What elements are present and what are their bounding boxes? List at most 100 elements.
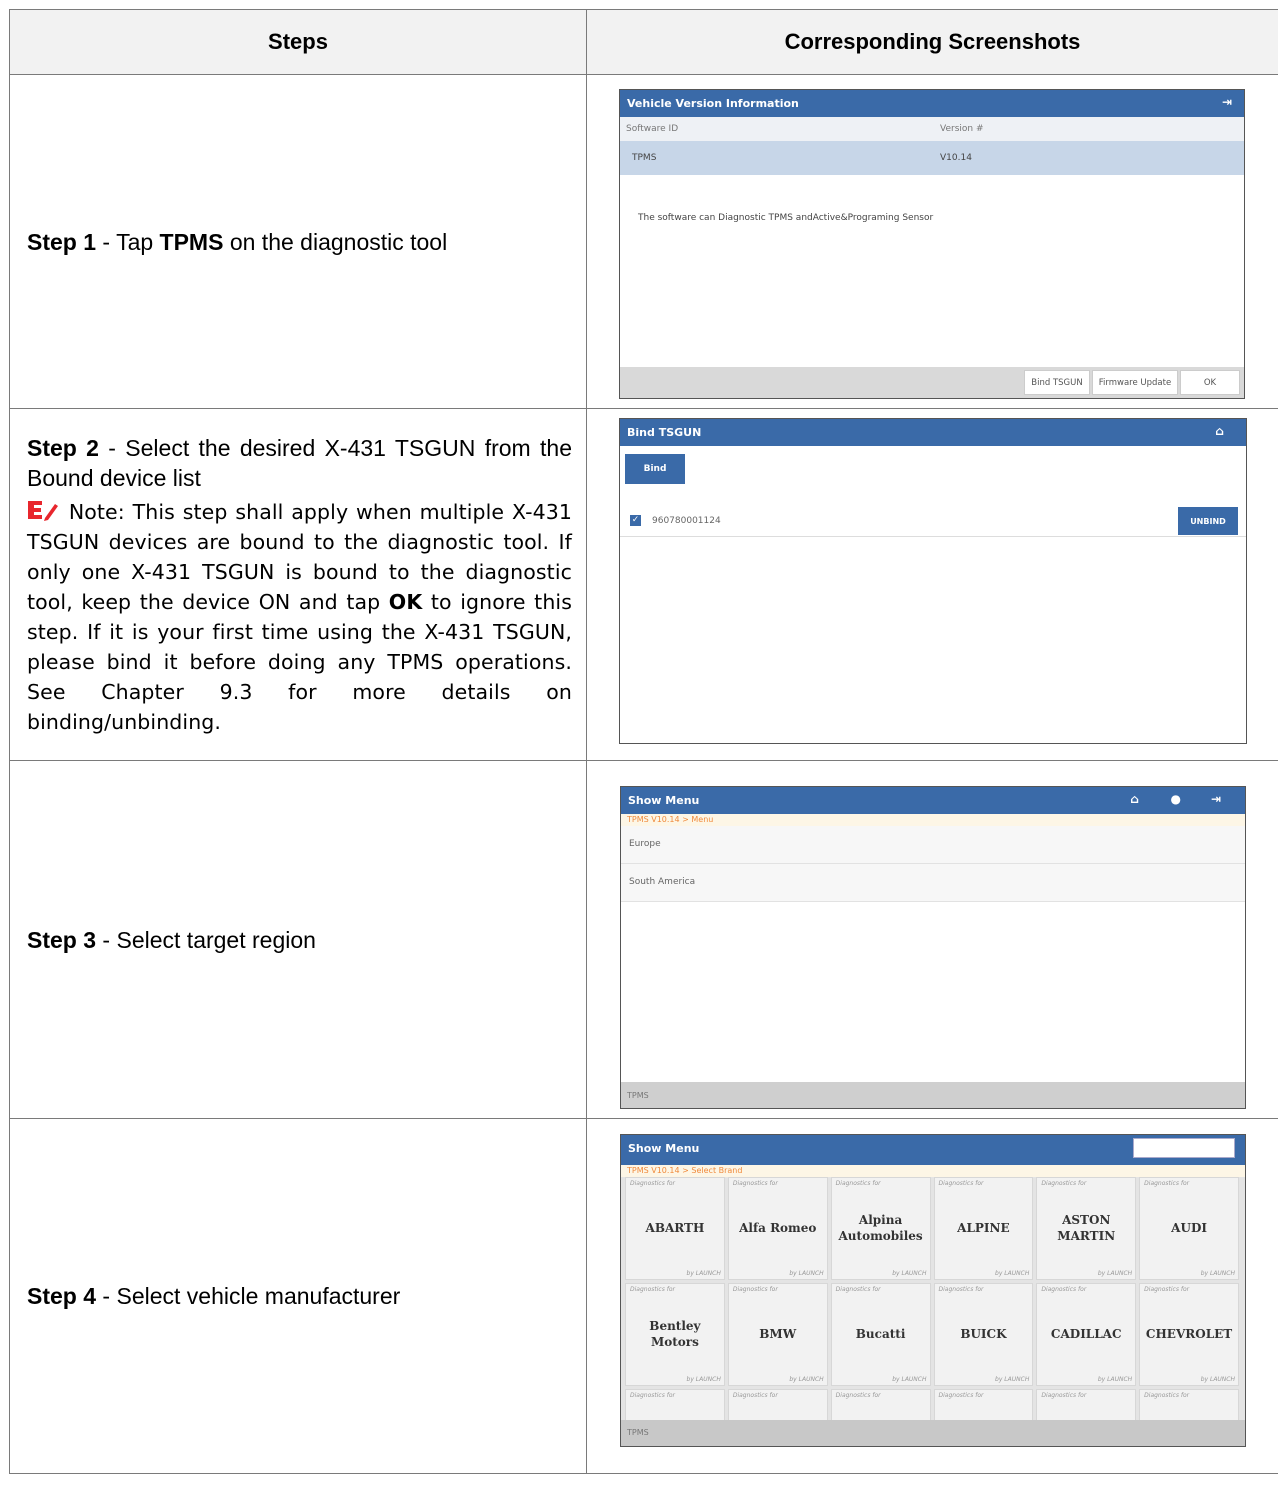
print-icon[interactable]: ● [1171,792,1181,806]
screen-title: Bind TSGUN [627,426,702,439]
brand-name: CHEVROLET [1145,1327,1233,1341]
brand-tile[interactable]: Diagnostics for BMW by LAUNCH [727,1283,828,1386]
firmware-update-button[interactable]: Firmware Update [1092,370,1178,395]
brand-grid: Diagnostics for ABARTH by LAUNCH Diagnostic… [625,1177,1239,1422]
tile-footer: by LAUNCH [789,1376,824,1383]
brand-tile[interactable]: Diagnostics for [727,1389,828,1422]
brand-name: BMW [759,1327,797,1341]
brand-tile[interactable]: Diagnostics for ALPINE by LAUNCH [933,1177,1034,1280]
step-label: Step 3 [27,926,97,953]
brand-name: ABARTH [645,1221,705,1235]
tile-header: Diagnostics for [835,1392,881,1399]
step-keyword: TPMS [159,228,224,255]
brand-name: ALPINE [957,1221,1010,1235]
unbind-button[interactable]: UNBIND [1178,507,1238,535]
tile-header: Diagnostics for [938,1392,984,1399]
tile-footer: by LAUNCH [686,1376,721,1383]
step4-screenshot: Show Menu TPMS V10.14 > Select Brand Dia… [586,1118,1278,1474]
version-table-header: Software ID Version # [620,117,1244,141]
tile-footer: by LAUNCH [1200,1376,1235,1383]
exit-icon[interactable]: ⇥ [1211,792,1221,806]
tile-header: Diagnostics for [938,1180,984,1187]
button-bar: Bind TSGUN Firmware Update OK [620,367,1244,398]
breadcrumb: TPMS V10.14 > Select Brand [621,1165,1245,1177]
home-icon[interactable]: ⌂ [1130,792,1139,806]
bind-tsgun-button[interactable]: Bind TSGUN [1024,370,1090,395]
brand-name: AUDI [1171,1221,1207,1235]
screen-title: Vehicle Version Information [627,97,799,110]
title-bar: Show Menu ⌂ ● ⇥ [621,787,1245,814]
step-label: Step 1 [27,228,97,255]
brand-tile[interactable]: Diagnostics for [933,1389,1034,1422]
brand-name: Bentley Motors [649,1319,701,1349]
tile-header: Diagnostics for [630,1392,675,1399]
ok-button[interactable]: OK [1180,370,1240,395]
footer-bar: TPMS [621,1082,1245,1108]
bind-button[interactable]: Bind [625,454,685,484]
menu-item-europe[interactable]: Europe [621,826,1245,864]
brand-tile[interactable]: Diagnostics for Alfa Romeo by LAUNCH [727,1177,828,1280]
tile-header: Diagnostics for [1144,1392,1190,1399]
tile-footer: by LAUNCH [892,1376,927,1383]
title-bar: Bind TSGUN ⌂ [620,419,1246,446]
bind-tsgun-screen: Bind TSGUN ⌂ Bind ✓ 960780001124 UNBIND [619,418,1247,744]
tile-header: Diagnostics for [630,1180,675,1187]
step3-screenshot: Show Menu ⌂ ● ⇥ TPMS V10.14 > Menu Europ… [586,760,1278,1119]
table-row: Step 1 - Tap TPMS on the diagnostic tool… [9,74,1278,409]
brand-tile[interactable]: Diagnostics for ABARTH by LAUNCH [625,1177,725,1280]
brand-tile[interactable]: Diagnostics for [625,1389,725,1422]
region-menu-screen: Show Menu ⌂ ● ⇥ TPMS V10.14 > Menu Europ… [620,786,1246,1109]
brand-tile[interactable]: Diagnostics for BUICK by LAUNCH [933,1283,1034,1386]
step-label: Step 4 [27,1283,97,1309]
tile-header: Diagnostics for [1041,1392,1087,1399]
note-icon [28,500,58,521]
tile-header: Diagnostics for [732,1392,778,1399]
bound-device-row[interactable]: ✓ 960780001124 UNBIND [620,505,1246,537]
brand-tile[interactable]: Diagnostics for ASTON MARTIN by LAUNCH [1036,1177,1137,1280]
brand-tile[interactable]: Diagnostics for [1036,1389,1137,1422]
table-row: Step 2 - Select the desired X-431 TSGUN … [9,408,1278,761]
tile-footer: by LAUNCH [1097,1376,1133,1383]
bound-device-label [625,489,627,496]
vehicle-version-screen: Vehicle Version Information ⇥ Software I… [619,89,1245,399]
screen-title: Show Menu [628,1142,700,1155]
brand-tile[interactable]: Diagnostics for CADILLAC by LAUNCH [1036,1283,1137,1386]
tile-header: Diagnostics for [1041,1286,1087,1293]
brand-tile[interactable]: Diagnostics for [1139,1389,1239,1422]
brand-name: Alpina Automobiles [838,1213,923,1243]
brand-tile[interactable]: Diagnostics for Bentley Motors by LAUNCH [625,1283,725,1386]
brand-name: Alfa Romeo [739,1221,817,1235]
menu-item-south-america[interactable]: South America [621,864,1245,902]
tile-footer: by LAUNCH [789,1270,824,1277]
brand-tile[interactable]: Diagnostics for CHEVROLET by LAUNCH [1139,1283,1239,1386]
tile-footer: by LAUNCH [995,1270,1030,1277]
step4-text: Step 4 - Select vehicle manufacturer [9,1118,587,1474]
step2-text: Step 2 - Select the desired X-431 TSGUN … [9,408,587,761]
table-row: Step 4 - Select vehicle manufacturer Sho… [9,1118,1278,1474]
tile-header: Diagnostics for [732,1286,778,1293]
checkbox-checked-icon[interactable]: ✓ [630,515,641,526]
brand-tile[interactable]: Diagnostics for AUDI by LAUNCH [1139,1177,1239,1280]
tile-header: Diagnostics for [835,1180,881,1187]
step3-text: Step 3 - Select target region [9,760,587,1119]
software-description: The software can Diagnostic TPMS andActi… [638,213,934,223]
tile-header: Diagnostics for [732,1180,778,1187]
exit-icon[interactable]: ⇥ [1222,95,1232,109]
tile-header: Diagnostics for [835,1286,881,1293]
brand-tile[interactable]: Diagnostics for Alpina Automobiles by LAUN… [830,1177,931,1280]
search-input[interactable] [1133,1138,1235,1158]
steps-table: Steps Corresponding Screenshots Step 1 -… [9,9,1278,1474]
device-serial: 960780001124 [652,516,721,526]
tile-header: Diagnostics for [1041,1180,1087,1187]
version-row-tpms[interactable]: TPMS V10.14 [620,141,1244,175]
title-bar: Show Menu [621,1135,1245,1165]
tile-footer: by LAUNCH [892,1270,927,1277]
brand-menu-screen: Show Menu TPMS V10.14 > Select Brand Dia… [620,1134,1246,1447]
brand-tile[interactable]: Diagnostics for Bucatti by LAUNCH [830,1283,931,1386]
home-icon[interactable]: ⌂ [1215,424,1224,438]
breadcrumb: TPMS V10.14 > Menu [621,814,1245,826]
note-paragraph: Note: This step shall apply when multipl… [27,499,573,734]
brand-name: CADILLAC [1050,1327,1122,1341]
step1-screenshot: Vehicle Version Information ⇥ Software I… [586,74,1278,409]
brand-tile[interactable]: Diagnostics for [830,1389,931,1422]
